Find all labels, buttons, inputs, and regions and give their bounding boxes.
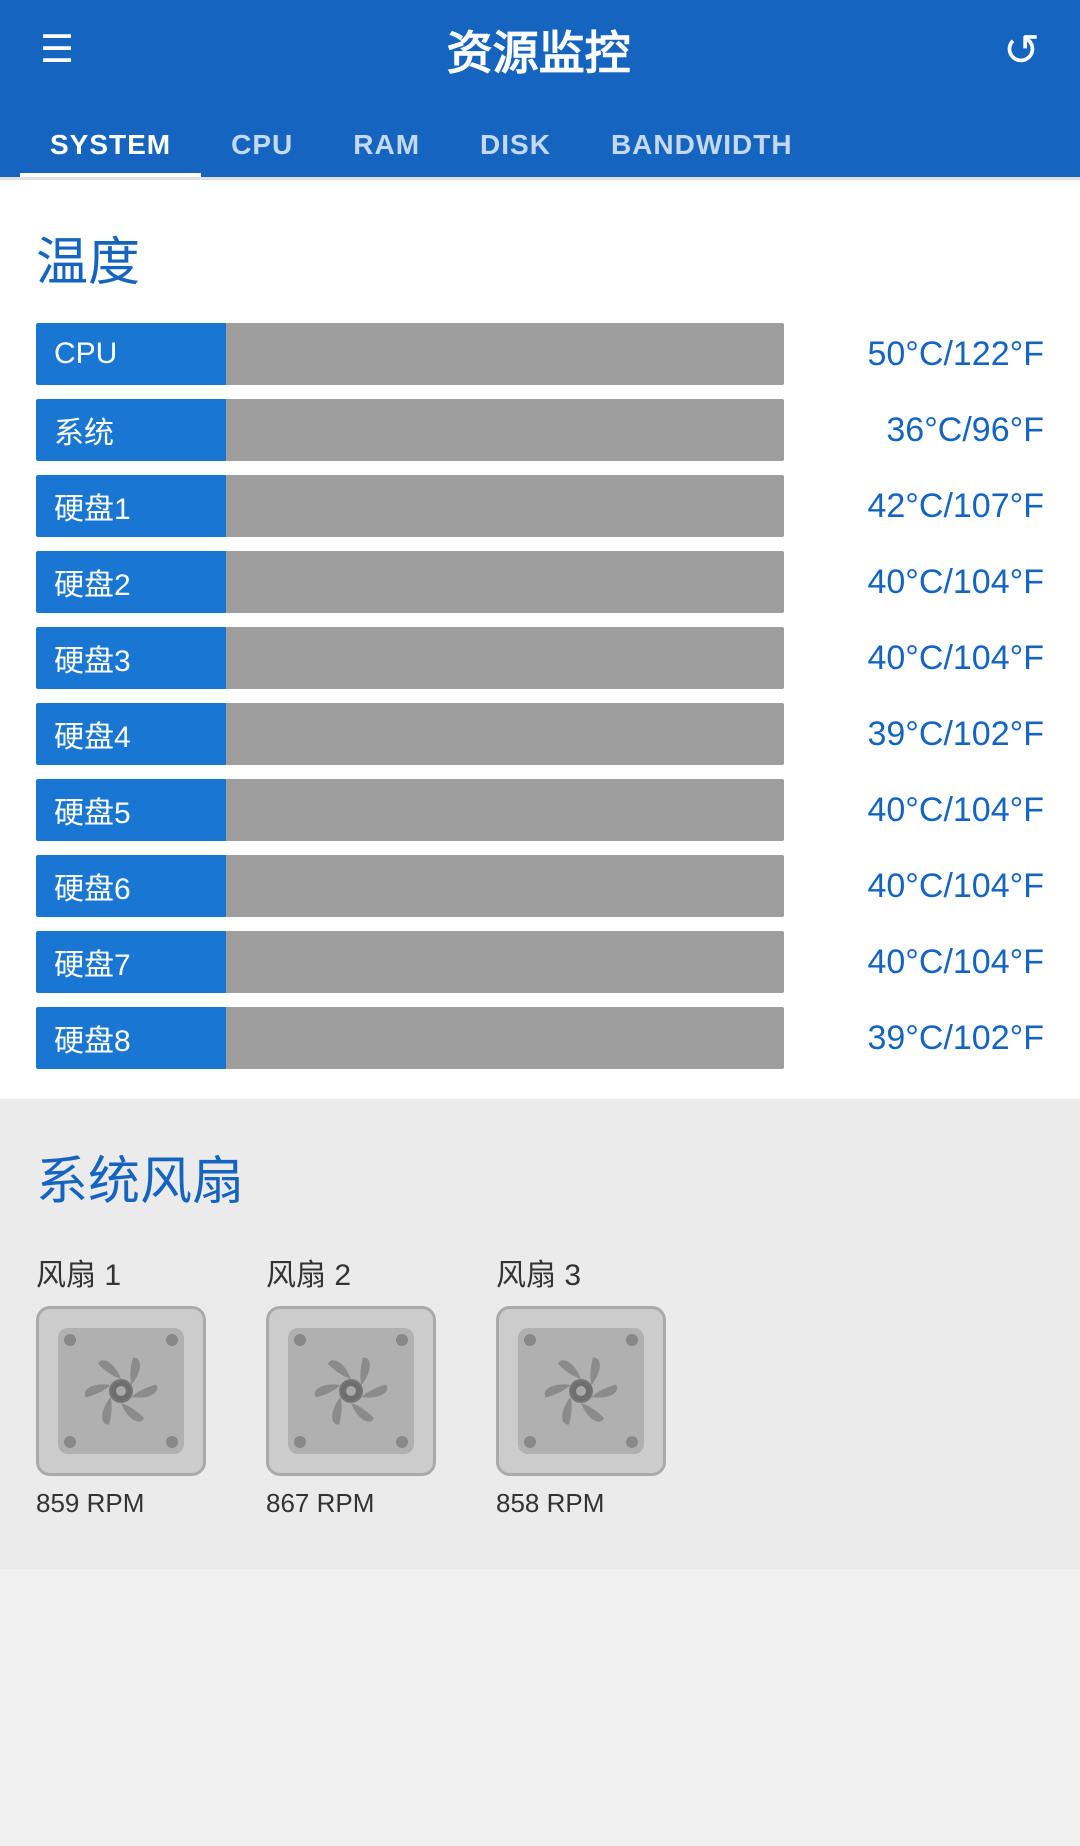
temp-bar-fill [226,855,784,917]
fan-section: 系统风扇 风扇 1 [0,1099,1080,1569]
temp-value: 40°C/104°F [804,867,1044,906]
temp-bar-container: 硬盘7 [36,931,784,993]
temp-value: 39°C/102°F [804,715,1044,754]
temp-bar-label: 硬盘1 [36,475,226,537]
temp-value: 50°C/122°F [804,335,1044,374]
fan-item: 风扇 2 [266,1250,436,1519]
tab-bar: SYSTEM CPU RAM DISK BANDWIDTH [0,100,1080,180]
temp-bar-fill [226,627,784,689]
temp-bar-label: 硬盘2 [36,551,226,613]
fan-icon [496,1306,666,1476]
app-title: 资源监控 [447,17,631,83]
fan-grid: 风扇 1 [36,1250,1044,1519]
fan-icon [36,1306,206,1476]
temp-value: 40°C/104°F [804,791,1044,830]
temperature-list: CPU 50°C/122°F 系统 36°C/96°F 硬盘1 42°C/107°F 硬盘2… [36,323,1044,1069]
tab-disk[interactable]: DISK [450,129,581,177]
tab-cpu[interactable]: CPU [201,129,323,177]
temp-bar-fill [226,399,784,461]
temp-bar-container: 硬盘2 [36,551,784,613]
temp-bar-fill [226,323,784,385]
temp-bar-fill [226,475,784,537]
temp-bar-label: 硬盘6 [36,855,226,917]
temp-row: 硬盘3 40°C/104°F [36,627,1044,689]
temp-value: 40°C/104°F [804,943,1044,982]
temp-bar-label: CPU [36,323,226,385]
temp-bar-container: 系统 [36,399,784,461]
temp-value: 36°C/96°F [804,411,1044,450]
temp-row: 硬盘1 42°C/107°F [36,475,1044,537]
temp-bar-container: 硬盘1 [36,475,784,537]
tab-system[interactable]: SYSTEM [20,129,201,177]
temp-bar-container: 硬盘4 [36,703,784,765]
temp-bar-label: 硬盘3 [36,627,226,689]
tab-ram[interactable]: RAM [323,129,450,177]
refresh-icon[interactable]: ↺ [1003,25,1040,76]
header: ☰ 资源监控 ↺ [0,0,1080,100]
fan-section-title: 系统风扇 [36,1139,1044,1214]
fan-rpm: 858 RPM [496,1488,604,1519]
temp-value: 42°C/107°F [804,487,1044,526]
fan-label: 风扇 1 [36,1250,121,1294]
temp-row: 硬盘8 39°C/102°F [36,1007,1044,1069]
temp-bar-label: 硬盘4 [36,703,226,765]
temperature-section: 温度 CPU 50°C/122°F 系统 36°C/96°F 硬盘1 42°C/107°F… [0,180,1080,1099]
temperature-title: 温度 [36,220,1044,295]
temp-bar-label: 硬盘8 [36,1007,226,1069]
fan-icon [266,1306,436,1476]
tab-bandwidth[interactable]: BANDWIDTH [581,129,823,177]
temp-value: 39°C/102°F [804,1019,1044,1058]
temp-bar-label: 系统 [36,399,226,461]
temp-bar-fill [226,551,784,613]
temp-row: 系统 36°C/96°F [36,399,1044,461]
temp-bar-fill [226,931,784,993]
temp-row: 硬盘2 40°C/104°F [36,551,1044,613]
temp-value: 40°C/104°F [804,639,1044,678]
temp-bar-container: 硬盘8 [36,1007,784,1069]
fan-rpm: 867 RPM [266,1488,374,1519]
temp-bar-fill [226,703,784,765]
fan-label: 风扇 2 [266,1250,351,1294]
temp-row: 硬盘4 39°C/102°F [36,703,1044,765]
fan-rpm: 859 RPM [36,1488,144,1519]
temp-bar-container: 硬盘6 [36,855,784,917]
temp-row: 硬盘5 40°C/104°F [36,779,1044,841]
temp-bar-container: CPU [36,323,784,385]
temp-row: 硬盘6 40°C/104°F [36,855,1044,917]
temp-bar-container: 硬盘5 [36,779,784,841]
temp-bar-fill [226,1007,784,1069]
temp-bar-fill [226,779,784,841]
temp-row: CPU 50°C/122°F [36,323,1044,385]
temp-bar-label: 硬盘5 [36,779,226,841]
temp-bar-label: 硬盘7 [36,931,226,993]
menu-icon[interactable]: ☰ [40,31,74,69]
temp-bar-container: 硬盘3 [36,627,784,689]
fan-item: 风扇 3 [496,1250,666,1519]
temp-value: 40°C/104°F [804,563,1044,602]
fan-item: 风扇 1 [36,1250,206,1519]
temp-row: 硬盘7 40°C/104°F [36,931,1044,993]
fan-label: 风扇 3 [496,1250,581,1294]
